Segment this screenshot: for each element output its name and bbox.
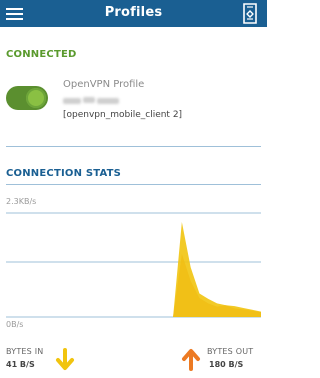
profile-name: OpenVPN Profile [63,79,145,90]
top-bar: Profiles [0,0,267,27]
arrow-down-icon [56,348,74,370]
stats-divider [6,184,261,185]
profile-subtitle: [openvpn_mobile_client 2] [63,110,183,120]
connection-toggle[interactable] [6,86,48,110]
stats-section-title: CONNECTION STATS [6,168,122,179]
bytes-in-series-area [6,222,261,317]
bytes-in-value: 41 B/S [6,360,35,369]
toggle-knob [26,88,46,108]
import-profile-icon[interactable] [241,3,259,24]
connected-section-title: CONNECTED [6,49,77,60]
connection-stats-chart [6,212,261,318]
bytes-in-label: BYTES IN [6,347,44,356]
bytes-out-label: BYTES OUT [207,347,254,356]
arrow-up-icon [182,349,200,371]
section-divider [6,146,261,147]
redacted-host-blur [63,96,121,107]
bytes-out-value: 180 B/S [209,360,244,369]
chart-min-label: 0B/s [6,320,24,329]
page-title: Profiles [104,5,163,20]
app-root: Profiles CONNECTED OpenVPN Profile [open… [0,0,267,378]
